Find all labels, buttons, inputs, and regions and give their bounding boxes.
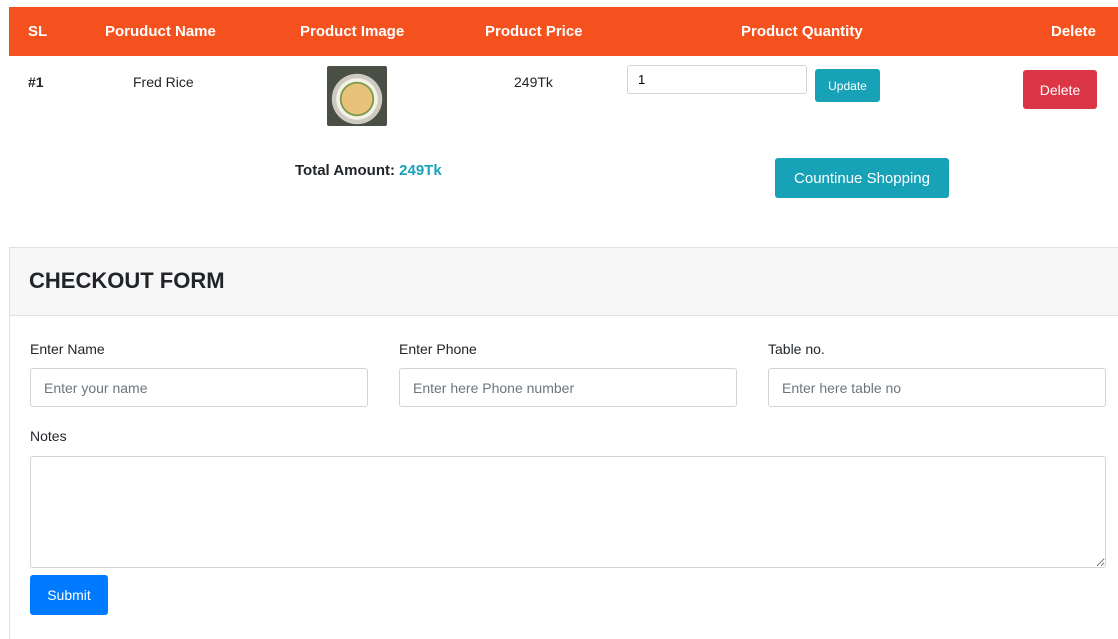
cart-table: SL Poruduct Name Product Image Product P… [9,7,1118,140]
header-product-quantity: Product Quantity [741,23,863,40]
submit-button[interactable]: Submit [30,575,108,615]
name-input[interactable] [30,368,368,407]
notes-textarea[interactable] [30,456,1106,568]
update-button[interactable]: Update [815,69,880,102]
phone-label: Enter Phone [399,341,477,357]
table-row: #1 Fred Rice 249Tk [9,56,1118,140]
row-sl: #1 [28,74,44,90]
total-value: 249Tk [399,162,442,179]
checkout-form: CHECKOUT FORM Enter Name Enter Phone Tab… [9,247,1118,639]
header-product-image: Product Image [300,23,405,40]
total-label: Total Amount: [295,162,395,179]
header-sl: SL [28,23,48,40]
continue-shopping-button[interactable]: Countinue Shopping [775,158,949,198]
table-header: SL Poruduct Name Product Image Product P… [9,7,1118,56]
notes-label: Notes [30,428,67,444]
checkout-title: CHECKOUT FORM [10,248,1118,316]
header-product-name: Poruduct Name [105,23,216,40]
name-label: Enter Name [30,341,105,357]
header-product-price: Product Price [485,23,583,40]
row-product-name: Fred Rice [133,74,194,90]
delete-button[interactable]: Delete [1023,70,1097,109]
header-delete: Delete [1051,23,1097,40]
table-no-label: Table no. [768,341,825,357]
quantity-input[interactable] [627,65,807,94]
table-no-input[interactable] [768,368,1106,407]
row-product-price: 249Tk [514,74,553,90]
fried-rice-bowl-image [327,66,387,126]
phone-input[interactable] [399,368,737,407]
total-amount: Total Amount: 249Tk [295,162,442,179]
